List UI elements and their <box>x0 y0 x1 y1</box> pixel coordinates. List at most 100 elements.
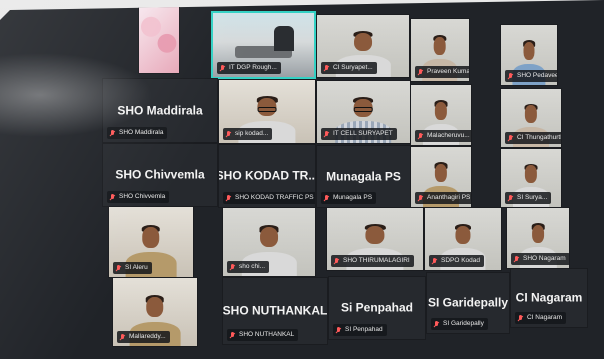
participant-name-label: SI Aleru <box>113 262 152 274</box>
participant-name-label: CI Suryapet... <box>321 62 377 74</box>
participant-name: SHO Pedaveedu <box>517 72 557 79</box>
participant-display-name: SHO Chivvemla <box>115 167 205 182</box>
participant-tile-si-garidepally[interactable]: SI Garidepally SI Garidepally <box>426 272 510 334</box>
participant-name: SDPO Kodad <box>441 257 481 264</box>
participant-tile-sho-thirumalagiri[interactable]: SHO THIRUMALAGIRI <box>326 207 424 271</box>
participant-tile-si-suryapet[interactable]: SI Surya... <box>500 148 562 208</box>
participant-tile-sho-maddirala[interactable]: SHO Maddirala SHO Maddirala <box>102 78 218 143</box>
mic-muted-icon <box>417 68 424 76</box>
participant-display-name: SHO NUTHANKAL <box>222 303 328 318</box>
participant-name: IT CELL SURYAPET <box>333 130 393 137</box>
mic-muted-icon <box>109 129 116 137</box>
mic-muted-icon <box>229 331 236 339</box>
mic-muted-icon <box>225 130 232 138</box>
participant-name: SHO Maddirala <box>119 129 164 136</box>
participant-name-label: Malacheruvu... <box>415 130 471 142</box>
participant-tile-sdpo-kodad[interactable]: SDPO Kodad <box>424 207 502 271</box>
mic-muted-icon <box>431 257 438 265</box>
participant-name-label: Mallareddy... <box>117 331 170 343</box>
participant-name-label: IT DGP Rough... <box>217 62 281 74</box>
mic-muted-icon <box>323 194 330 202</box>
participant-name-label: IT CELL SURYAPET <box>321 128 397 140</box>
participant-name: IT DGP Rough... <box>229 64 277 71</box>
mic-muted-icon <box>433 320 440 328</box>
participant-name-label: SI Penpahad <box>333 324 387 336</box>
participant-name-label: SHO Maddirala <box>107 127 168 139</box>
participant-tile-it-cell[interactable]: IT CELL SURYAPET <box>316 80 411 144</box>
participant-name: SHO THIRUMALAGIRI <box>343 257 410 264</box>
participant-tile-ci-nagaram[interactable]: CI Nagaram CI Nagaram <box>510 268 588 328</box>
participant-tile-sho-kodad-traffic[interactable]: SHO KODAD TR... SHO KODAD TRAFFIC PS <box>218 144 316 208</box>
participant-name: SHO KODAD TRAFFIC PS <box>235 194 314 201</box>
participant-tile-ci-suryapet[interactable]: CI Suryapet... <box>316 14 410 78</box>
participant-name: sip kodad... <box>235 130 269 137</box>
mic-muted-icon <box>333 257 340 265</box>
participant-tile-ci-thungathurthi[interactable]: CI Thungathurthi <box>500 88 562 148</box>
mic-muted-icon <box>323 64 330 72</box>
participant-tile-sho-chilk[interactable]: sho chi... <box>222 207 316 277</box>
mic-muted-icon <box>109 193 116 201</box>
participant-name: Munagala PS <box>333 194 373 201</box>
participant-tile-sip-kodad[interactable]: sip kodad... <box>218 79 316 144</box>
participant-display-name: SHO Maddirala <box>117 103 203 118</box>
mic-muted-icon <box>119 333 126 341</box>
participant-tile-si-aleru[interactable]: SI Aleru <box>108 206 194 278</box>
mic-muted-icon <box>335 326 342 334</box>
participant-name-label: SHO NUTHANKAL <box>227 329 299 341</box>
participant-name: CI Suryapet... <box>333 64 373 71</box>
participant-background-art <box>139 7 179 73</box>
participant-name-label: CI Nagaram <box>515 312 567 324</box>
participant-tile-praveen[interactable]: Praveen Kumar <box>410 18 470 82</box>
participant-name: Praveen Kumar <box>427 68 470 75</box>
mic-muted-icon <box>417 132 424 140</box>
participant-name-label: sip kodad... <box>223 128 273 140</box>
participant-name: Malacheruvu... <box>427 132 470 139</box>
mic-muted-icon <box>115 264 122 272</box>
participant-tile-munagala[interactable]: Munagala PS Munagala PS <box>316 145 411 208</box>
mic-muted-icon <box>507 194 514 202</box>
mic-muted-icon <box>323 130 330 138</box>
participant-name: SHO Nagaram <box>523 255 566 262</box>
participant-display-name: SHO KODAD TR... <box>218 168 316 183</box>
mic-muted-icon <box>507 134 514 142</box>
participant-name: Mallareddy... <box>129 333 166 340</box>
participant-name: CI Nagaram <box>527 314 563 321</box>
participant-name-label: SDPO Kodad <box>429 255 485 267</box>
participant-name-label: Munagala PS <box>321 192 377 204</box>
participant-display-name: SI Garidepally <box>427 295 509 310</box>
mic-muted-icon <box>219 64 226 72</box>
participant-name: sho chi... <box>239 263 266 270</box>
participant-name: SHO Chivvemla <box>119 193 166 200</box>
participant-tile-sho-chivvemla[interactable]: SHO Chivvemla SHO Chivvemla <box>102 143 218 207</box>
participant-name-label: SHO THIRUMALAGIRI <box>331 255 414 267</box>
participant-name-label: SHO Chivvemla <box>107 191 170 203</box>
mic-muted-icon <box>513 255 520 263</box>
photo-of-screen: IT DGP Rough... CI Suryapet... Praveen K… <box>0 0 604 359</box>
participant-display-name: Si Penpahad <box>340 300 414 315</box>
participant-tile-sho-nagaram[interactable]: SHO Nagaram <box>506 207 570 269</box>
mic-muted-icon <box>417 194 424 202</box>
participant-name: SI Surya... <box>517 194 548 201</box>
mic-muted-icon <box>517 314 524 322</box>
participant-name: SHO NUTHANKAL <box>239 331 295 338</box>
video-conference-gallery: IT DGP Rough... CI Suryapet... Praveen K… <box>0 0 604 359</box>
mic-muted-icon <box>229 263 236 271</box>
participant-name-label: SHO Nagaram <box>511 253 569 265</box>
participant-name-label: Ananthagiri PS <box>415 192 471 204</box>
participant-name: CI Thungathurthi <box>517 134 562 141</box>
participant-tile-pink-left[interactable] <box>138 6 180 74</box>
participant-display-name: CI Nagaram <box>515 290 583 305</box>
participant-tile-malacheruvu[interactable]: Malacheruvu... <box>410 84 472 146</box>
participant-tile-sho-nuthankal[interactable]: SHO NUTHANKAL SHO NUTHANKAL <box>222 277 328 345</box>
participant-tile-ananthagiri[interactable]: Ananthagiri PS <box>410 146 472 208</box>
participant-name: Ananthagiri PS <box>427 194 471 201</box>
participant-tile-sho-pedaveedu[interactable]: SHO Pedaveedu <box>500 24 558 86</box>
participant-tile-mallareddy[interactable]: Mallareddy... <box>112 277 198 347</box>
participant-name: SI Penpahad <box>345 326 383 333</box>
mic-muted-icon <box>507 72 514 80</box>
participant-name-label: SHO KODAD TRAFFIC PS <box>223 192 315 204</box>
participant-tile-si-penpahad[interactable]: Si Penpahad SI Penpahad <box>328 276 426 340</box>
participant-name-label: CI Thungathurthi <box>505 132 562 144</box>
participant-name: SI Garidepally <box>443 320 484 327</box>
participant-tile-it-dgp[interactable]: IT DGP Rough... <box>211 11 316 79</box>
